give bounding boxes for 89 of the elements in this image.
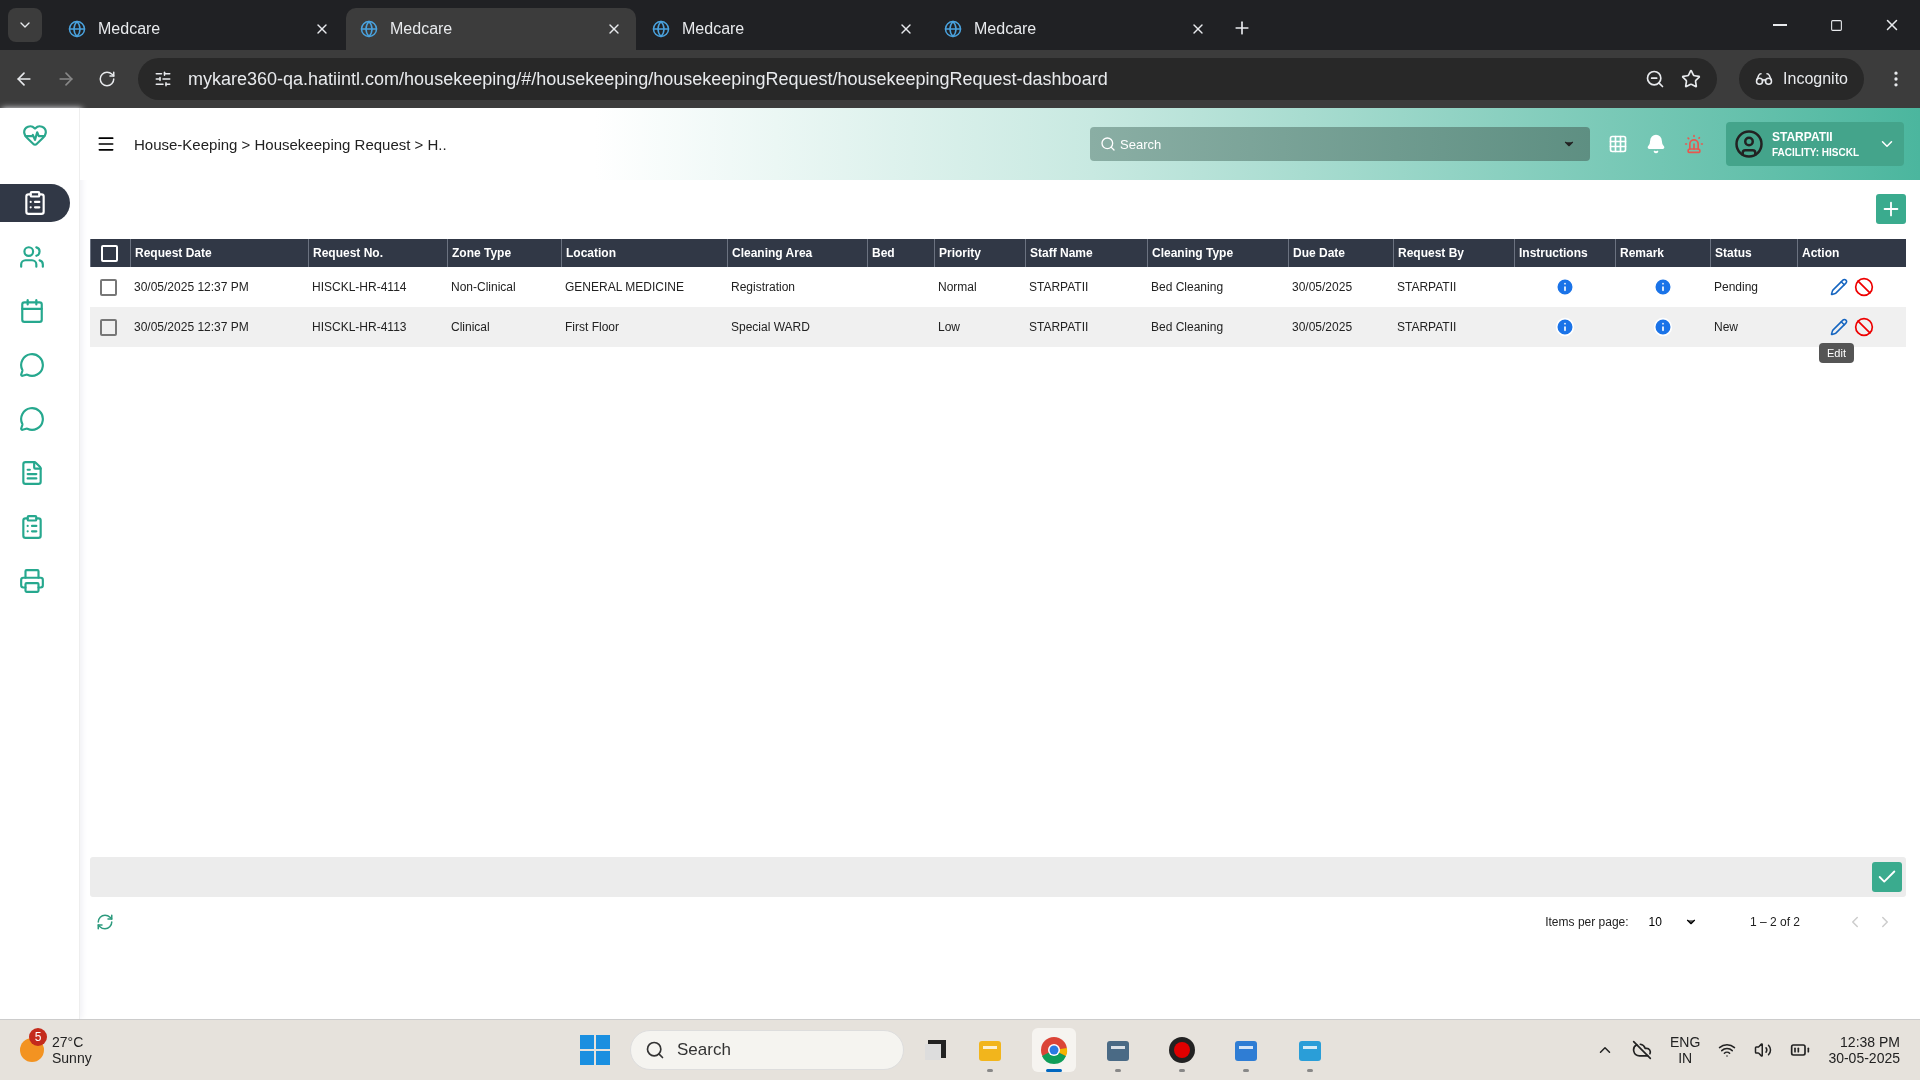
- bookmark-icon[interactable]: [1681, 69, 1702, 89]
- table-cell-text: Special WARD: [730, 319, 811, 336]
- breadcrumb: House-Keeping > Housekeeping Request > H..: [134, 135, 448, 153]
- search-icon: [645, 1040, 665, 1060]
- table-cell-text: Normal: [937, 279, 978, 296]
- logo-icon: [22, 122, 48, 148]
- search-icon: [1100, 136, 1116, 152]
- row-checkbox[interactable]: [100, 278, 117, 296]
- add-button[interactable]: [1876, 194, 1906, 224]
- row-checkbox[interactable]: [100, 318, 117, 336]
- zoom-icon[interactable]: [1645, 69, 1666, 89]
- task-view-icon[interactable]: [924, 1038, 948, 1062]
- region[interactable]: IN: [1678, 1050, 1693, 1066]
- page-range: 1 – 2 of 2: [1749, 915, 1800, 929]
- taskbar-search[interactable]: Search: [630, 1030, 904, 1070]
- cancel-icon[interactable]: [1853, 317, 1874, 337]
- record-icon: [1168, 1036, 1196, 1064]
- browser-icon: [1040, 1036, 1068, 1064]
- edit-icon[interactable]: [1829, 278, 1848, 296]
- table-cell-text: Registration: [730, 279, 797, 296]
- temperature: 27°C: [52, 1034, 85, 1050]
- table-cell-text: STARPATII: [1028, 279, 1090, 296]
- browser-tab[interactable]: Medcare: [346, 8, 636, 50]
- table-cell-text: First Floor: [564, 319, 620, 336]
- address-bar[interactable]: mykare360-qa.hatiintl.com/housekeeping/#/housekeeping/housekeepingRequest/housekeepingRequest-dashboard: [138, 58, 1718, 100]
- info-icon[interactable]: [1554, 277, 1575, 297]
- volume-icon[interactable]: [1754, 1041, 1773, 1059]
- site-icon: [360, 20, 378, 38]
- browser-tab[interactable]: Medcare: [638, 8, 928, 50]
- search-field[interactable]: Search: [1090, 127, 1590, 161]
- page-size-select[interactable]: 10: [1648, 915, 1698, 929]
- menu-icon[interactable]: [96, 134, 116, 154]
- table-cell-text: GENERAL MEDICINE: [564, 279, 685, 296]
- browser-tab[interactable]: Medcare: [54, 8, 344, 50]
- tooltip: Edit: [1819, 343, 1854, 363]
- table-cell-text: Bed Cleaning: [1150, 279, 1225, 296]
- table-cell-text: 30/05/2025 12:37 PM: [133, 319, 250, 336]
- items-per-page-label: Items per page:: [1545, 915, 1629, 929]
- chat-bubble-icon: [19, 352, 45, 378]
- table-cell-text: STARPATII: [1396, 279, 1458, 296]
- site-settings-icon[interactable]: [154, 70, 172, 88]
- table-cell-text: 30/05/2025 12:37 PM: [133, 279, 250, 296]
- clock-time[interactable]: 12:38 PM: [1840, 1034, 1900, 1050]
- incognito-button[interactable]: Incognito: [1739, 58, 1864, 100]
- table-cell-text: Clinical: [450, 319, 491, 336]
- site-icon: [652, 20, 670, 38]
- table-cell-text: 30/05/2025: [1291, 279, 1354, 296]
- clipboard-icon: [19, 460, 45, 486]
- user-avatar-icon: [1734, 129, 1764, 159]
- table-cell-text: STARPATII: [1396, 319, 1458, 336]
- info-icon[interactable]: [1652, 317, 1673, 337]
- clock-date[interactable]: 30-05-2025: [1828, 1050, 1900, 1066]
- site-icon: [944, 20, 962, 38]
- table-cell-text: Low: [937, 319, 961, 336]
- refresh-icon: [96, 913, 114, 931]
- wifi-icon[interactable]: [1718, 1041, 1737, 1059]
- restore-icon: [1829, 18, 1843, 32]
- cloud-off-icon[interactable]: [1632, 1040, 1653, 1060]
- table-cell-text: HISCKL-HR-4113: [311, 319, 408, 336]
- tab-list-button[interactable]: [8, 8, 42, 42]
- table-cell-text: Pending: [1713, 279, 1760, 296]
- printer-icon: [19, 568, 45, 594]
- calendar-icon: [19, 298, 45, 324]
- weather-condition: Sunny: [52, 1050, 92, 1066]
- language[interactable]: ENG: [1670, 1034, 1701, 1050]
- refresh-button[interactable]: [96, 913, 114, 931]
- minimize-icon: [1773, 24, 1787, 26]
- info-icon[interactable]: [1554, 317, 1575, 337]
- table-cell-text: STARPATII: [1028, 319, 1090, 336]
- dashboard-people-icon: [19, 244, 45, 270]
- start-icon[interactable]: [580, 1035, 610, 1065]
- site-icon: [68, 20, 86, 38]
- table-cell-text: HISCKL-HR-4114: [311, 279, 408, 296]
- cancel-icon[interactable]: [1853, 277, 1874, 297]
- edit-icon[interactable]: [1829, 318, 1848, 336]
- info-icon[interactable]: [1652, 277, 1673, 297]
- confirm-button[interactable]: [1872, 862, 1902, 892]
- browser-tab[interactable]: Medcare: [930, 8, 1220, 50]
- notification-badge: 5: [29, 1028, 47, 1046]
- incognito-icon: [1755, 70, 1774, 88]
- table-cell-text: 30/05/2025: [1291, 319, 1354, 336]
- reload-icon[interactable]: [98, 70, 116, 88]
- table-cell-text: Non-Clinical: [450, 279, 517, 296]
- select-all-checkbox[interactable]: [101, 244, 118, 262]
- checklist-icon: [19, 514, 45, 540]
- table-cell-text: Bed Cleaning: [1150, 319, 1225, 336]
- chat-bubble-icon: [19, 406, 45, 432]
- sidebar-item[interactable]: [0, 184, 70, 222]
- table-cell-text: New: [1713, 319, 1739, 336]
